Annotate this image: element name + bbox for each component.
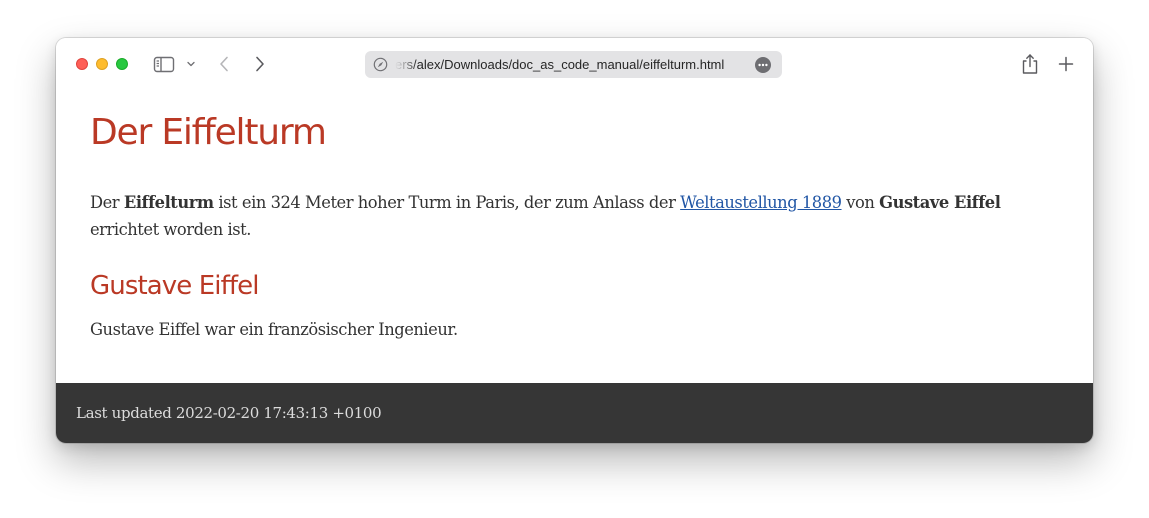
forward-button[interactable] <box>252 54 268 74</box>
more-dots <box>758 63 768 67</box>
chevron-right-icon <box>256 56 264 72</box>
plus-icon <box>1058 56 1074 72</box>
sidebar-icon <box>153 56 175 72</box>
section-paragraph: Gustave Eiffel war ein französischer Ing… <box>90 320 458 339</box>
compass-icon[interactable] <box>373 57 388 72</box>
new-tab-button[interactable] <box>1056 54 1076 74</box>
address-url-fade <box>395 51 417 78</box>
close-window-button[interactable] <box>76 58 88 70</box>
minimize-window-button[interactable] <box>96 58 108 70</box>
intro-bold-eiffelturm: Eiffelturm <box>123 193 214 212</box>
maximize-window-button[interactable] <box>116 58 128 70</box>
last-updated-text: Last updated 2022-02-20 17:43:13 +0100 <box>76 404 382 422</box>
intro-paragraph: Der Eiffelturm ist ein 324 Meter hoher T… <box>90 189 1030 243</box>
page-footer: Last updated 2022-02-20 17:43:13 +0100 <box>56 383 1093 443</box>
more-icon[interactable] <box>755 57 771 73</box>
sidebar-toggle-button[interactable] <box>152 54 176 74</box>
browser-window: ers/alex/Downloads/doc_as_code_manual/ei… <box>56 38 1093 443</box>
address-bar[interactable]: ers/alex/Downloads/doc_as_code_manual/ei… <box>365 51 782 78</box>
weltausstellung-link[interactable]: Weltaustellung 1889 <box>680 193 842 212</box>
address-url[interactable]: ers/alex/Downloads/doc_as_code_manual/ei… <box>395 51 745 78</box>
sidebar-menu-button[interactable] <box>184 56 198 72</box>
share-icon <box>1022 54 1038 74</box>
intro-text-4: errichtet worden ist. <box>90 220 251 239</box>
intro-text-2: ist ein 324 Meter hoher Turm in Paris, d… <box>213 193 681 212</box>
page-title: Der Eiffelturm <box>90 112 327 153</box>
intro-bold-gustave-eiffel: Gustave Eiffel <box>879 193 1001 212</box>
browser-toolbar: ers/alex/Downloads/doc_as_code_manual/ei… <box>56 38 1093 90</box>
chevron-left-icon <box>220 56 228 72</box>
chevron-down-icon <box>187 61 195 67</box>
back-button[interactable] <box>216 54 232 74</box>
intro-text-1: Der <box>90 193 124 212</box>
section-title: Gustave Eiffel <box>90 271 259 301</box>
share-button[interactable] <box>1020 52 1040 76</box>
intro-text-3: von <box>841 193 880 212</box>
